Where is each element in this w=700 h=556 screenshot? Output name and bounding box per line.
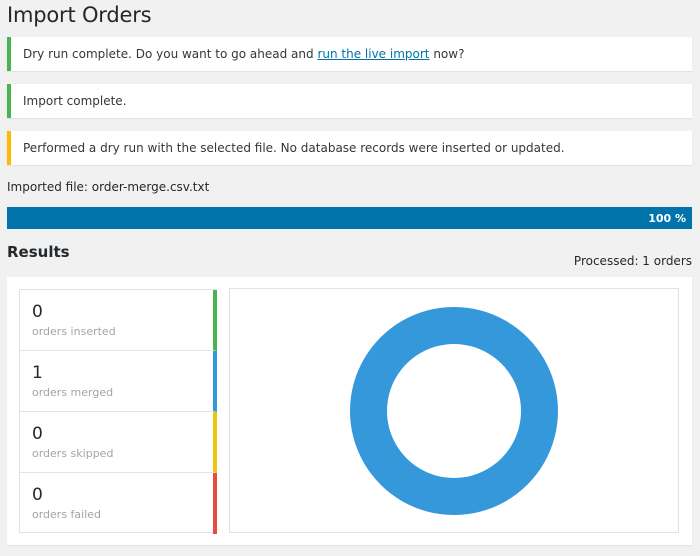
stat-label: orders skipped	[32, 447, 114, 460]
donut-slice-orders-merged	[349, 307, 558, 515]
progress-percent: 100 %	[648, 211, 686, 225]
dry-run-warning-notice: Performed a dry run with the selected fi…	[7, 131, 692, 165]
imported-file-label: Imported file: order-merge.csv.txt	[7, 180, 210, 194]
dry-run-notice-text: Dry run complete. Do you want to go ahea…	[23, 47, 465, 61]
import-complete-notice: Import complete.	[7, 84, 692, 118]
import-complete-text: Import complete.	[23, 94, 127, 108]
stat-orders-inserted: 0 orders inserted	[20, 290, 217, 351]
results-chart	[229, 288, 679, 533]
stat-label: orders failed	[32, 508, 102, 521]
stat-label: orders inserted	[32, 325, 116, 338]
results-title: Results	[7, 243, 70, 261]
results-panel: 0 orders inserted 1 orders merged 0 orde…	[7, 277, 692, 545]
run-live-import-link[interactable]: run the live import	[317, 47, 429, 61]
page-title: Import Orders	[7, 3, 152, 27]
processed-count: Processed: 1 orders	[573, 254, 692, 268]
stat-orders-failed: 0 orders failed	[20, 473, 217, 534]
dry-run-notice: Dry run complete. Do you want to go ahea…	[7, 37, 692, 71]
stat-orders-skipped: 0 orders skipped	[20, 412, 217, 473]
stat-value: 0	[32, 485, 43, 505]
stat-value: 0	[32, 424, 43, 444]
dry-run-warning-text: Performed a dry run with the selected fi…	[23, 141, 565, 155]
progress-bar: 100 %	[7, 207, 692, 229]
stat-label: orders merged	[32, 386, 114, 399]
stat-value: 1	[32, 363, 43, 383]
progress-bar-fill: 100 %	[7, 207, 692, 229]
stat-value: 0	[32, 302, 43, 322]
donut-chart	[349, 307, 558, 515]
stats-list: 0 orders inserted 1 orders merged 0 orde…	[19, 289, 217, 534]
stat-orders-merged: 1 orders merged	[20, 351, 217, 412]
